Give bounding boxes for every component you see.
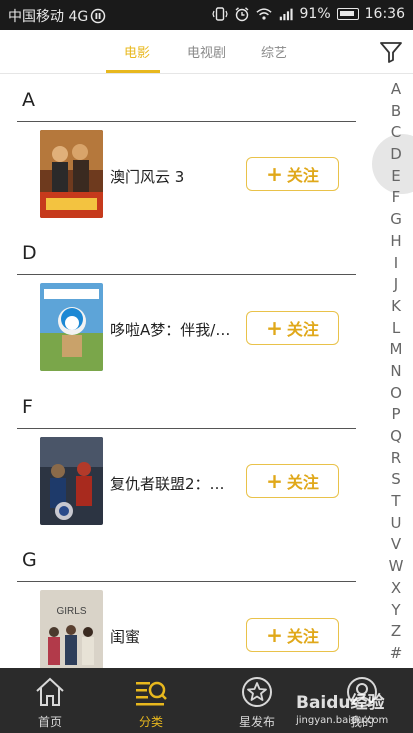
battery-percent: 91%	[299, 6, 331, 22]
follow-label: 关注	[286, 473, 319, 492]
carrier-label: 中国移动 4G	[8, 9, 89, 25]
nav-home[interactable]: 首页	[10, 668, 90, 733]
index-letter[interactable]: Q	[384, 426, 408, 448]
signal-icon	[279, 8, 293, 21]
index-letter[interactable]: J	[384, 274, 408, 296]
movie-title[interactable]: 复仇者联盟2：…	[110, 473, 225, 494]
plus-icon: +	[266, 469, 283, 493]
category-search-icon	[136, 681, 167, 706]
section-letter: G	[22, 549, 37, 571]
index-letter[interactable]: A	[384, 79, 408, 101]
home-icon	[36, 677, 64, 706]
follow-button[interactable]: + 关注	[246, 618, 339, 652]
section-letter: D	[22, 242, 37, 264]
poster-image	[40, 130, 103, 218]
follow-button[interactable]: + 关注	[246, 311, 339, 345]
filter-icon[interactable]	[379, 40, 403, 64]
follow-button[interactable]: + 关注	[246, 464, 339, 498]
vibrate-icon	[211, 7, 228, 21]
star-icon	[242, 677, 272, 707]
active-tab-indicator	[106, 70, 160, 73]
clock-time: 16:36	[364, 6, 405, 22]
section-letter: A	[22, 89, 35, 111]
index-letter[interactable]: F	[384, 187, 408, 209]
status-left: 中国移动 4G	[8, 6, 106, 26]
nav-category[interactable]: 分类	[111, 668, 191, 733]
plus-icon: +	[266, 623, 283, 647]
status-right: 91% 16:36	[211, 6, 405, 22]
index-letter[interactable]: H	[384, 231, 408, 253]
wifi-icon	[255, 8, 272, 20]
nav-label: 首页	[37, 715, 62, 729]
index-letter[interactable]: M	[384, 339, 408, 361]
index-letter[interactable]: #	[384, 643, 408, 665]
follow-button[interactable]: + 关注	[246, 157, 339, 191]
tab-tv-series[interactable]: 电视剧	[187, 42, 226, 61]
index-letter[interactable]: O	[384, 383, 408, 405]
index-letter[interactable]: U	[384, 513, 408, 535]
index-letter[interactable]: T	[384, 491, 408, 513]
watermark-main: Baidu经验	[296, 693, 385, 713]
index-letter[interactable]: Y	[384, 600, 408, 622]
index-letter[interactable]: W	[384, 556, 408, 578]
index-letter[interactable]: N	[384, 361, 408, 383]
poster-image: GIRLS	[40, 590, 103, 678]
index-letter[interactable]: P	[384, 404, 408, 426]
index-letter[interactable]: G	[384, 209, 408, 231]
section-divider	[17, 274, 356, 275]
movie-poster[interactable]: GIRLS	[40, 590, 103, 678]
tab-movie[interactable]: 电影	[124, 42, 150, 61]
status-bar: 中国移动 4G 91% 16:36	[0, 0, 413, 30]
index-letter[interactable]: K	[384, 296, 408, 318]
movie-poster[interactable]	[40, 283, 103, 371]
section-divider	[17, 581, 356, 582]
watermark-sub: jingyan.baidu.com	[296, 715, 389, 726]
plus-icon: +	[266, 316, 283, 340]
alphabet-index[interactable]: A B C D E F G H I J K L M N O P Q R S T …	[384, 79, 408, 665]
poster-title-text: GIRLS	[56, 606, 86, 617]
poster-image	[40, 283, 103, 371]
index-letter[interactable]: X	[384, 578, 408, 600]
battery-icon	[336, 8, 359, 20]
plus-icon: +	[266, 162, 283, 186]
section-divider	[17, 428, 356, 429]
follow-label: 关注	[286, 166, 319, 185]
nav-label: 分类	[138, 715, 163, 729]
section-letter: F	[22, 396, 33, 418]
section-divider	[17, 121, 356, 122]
index-letter[interactable]: I	[384, 253, 408, 275]
movie-poster[interactable]	[40, 130, 103, 218]
movie-poster[interactable]	[40, 437, 103, 525]
nav-label: 星发布	[238, 715, 275, 729]
notification-icon	[90, 8, 106, 24]
movie-title[interactable]: 哆啦A梦：伴我/…	[110, 319, 230, 340]
watermark: Baidu经验 jingyan.baidu.com	[296, 688, 388, 726]
index-letter[interactable]: E	[384, 166, 408, 188]
alarm-icon	[235, 7, 248, 22]
index-letter[interactable]: L	[384, 318, 408, 340]
follow-label: 关注	[286, 627, 319, 646]
app-root: 中国移动 4G 91% 16:36 电影 电视剧 综艺 A 澳门风云 3 + 关…	[0, 0, 413, 733]
poster-image	[40, 437, 103, 525]
nav-star-release[interactable]: 星发布	[217, 668, 297, 733]
index-letter[interactable]: S	[384, 469, 408, 491]
index-letter[interactable]: D	[384, 144, 408, 166]
index-letter[interactable]: Z	[384, 621, 408, 643]
tab-variety[interactable]: 综艺	[261, 42, 287, 61]
index-letter[interactable]: B	[384, 101, 408, 123]
movie-title[interactable]: 澳门风云 3	[110, 166, 184, 187]
category-tabs: 电影 电视剧 综艺	[0, 30, 413, 74]
index-letter[interactable]: C	[384, 122, 408, 144]
index-letter[interactable]: V	[384, 534, 408, 556]
follow-label: 关注	[286, 320, 319, 339]
movie-title[interactable]: 闺蜜	[110, 626, 140, 647]
index-letter[interactable]: R	[384, 448, 408, 470]
